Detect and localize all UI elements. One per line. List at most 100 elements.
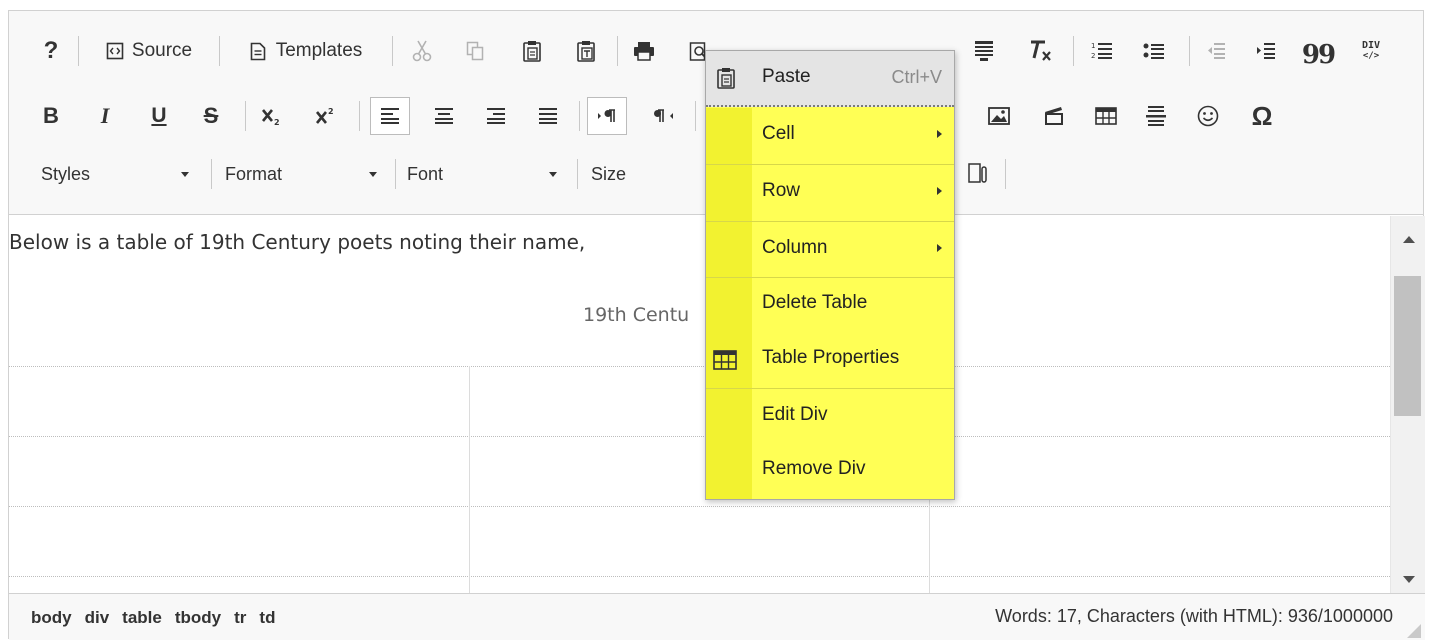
paste-text-button[interactable] <box>571 34 601 68</box>
image-icon <box>988 107 1010 125</box>
align-left-button[interactable] <box>370 97 410 135</box>
menu-item-edit-div[interactable]: Edit Div <box>706 389 954 445</box>
italic-button[interactable]: I <box>91 99 119 133</box>
size-combo[interactable]: Size <box>591 157 711 191</box>
blockquote-button[interactable]: 99 <box>1301 34 1336 70</box>
path-item-div[interactable]: div <box>85 608 110 628</box>
source-button[interactable]: Source <box>89 34 209 68</box>
outdent-button[interactable] <box>1201 34 1231 68</box>
remove-format-icon <box>1031 40 1051 61</box>
maximize-button[interactable] <box>964 157 992 191</box>
paste-icon <box>523 41 541 62</box>
table-border <box>9 366 1390 367</box>
horizontal-rule-icon <box>1146 106 1166 126</box>
scroll-down-arrow-icon[interactable] <box>1403 576 1415 583</box>
context-menu: Paste Ctrl+V Cell Row Column Delete Tabl… <box>705 50 955 500</box>
text-direction-ltr-icon <box>598 109 615 122</box>
superscript-button[interactable]: 2 <box>311 99 341 133</box>
menu-item-shortcut: Ctrl+V <box>891 67 942 87</box>
bulleted-list-button[interactable] <box>1139 34 1169 68</box>
table-icon <box>713 350 737 370</box>
strike-button[interactable]: S <box>197 99 225 133</box>
smiley-button[interactable] <box>1193 99 1223 133</box>
text-direction-rtl-icon <box>654 109 673 122</box>
svg-text:2: 2 <box>274 118 280 126</box>
table-row-border <box>9 506 1390 507</box>
image-button[interactable] <box>984 99 1014 133</box>
smiley-icon <box>1197 105 1219 127</box>
paste-button[interactable] <box>517 34 547 68</box>
menu-item-row[interactable]: Row <box>706 165 954 221</box>
horizontal-rule-button[interactable] <box>1141 99 1171 133</box>
showblocks-button[interactable] <box>969 34 999 68</box>
menu-item-label: Edit Div <box>762 404 828 425</box>
menu-item-column[interactable]: Column <box>706 222 954 278</box>
menu-item-label: Row <box>762 180 801 201</box>
menu-item-label: Column <box>762 237 828 258</box>
resize-grip-icon[interactable] <box>1405 622 1421 638</box>
special-char-button[interactable]: Ω <box>1247 99 1277 133</box>
vertical-scrollbar[interactable] <box>1390 216 1425 593</box>
print-button[interactable] <box>629 34 659 68</box>
menu-item-remove-div[interactable]: Remove Div <box>706 443 954 499</box>
editing-area[interactable]: Below is a table of 19th Century poets n… <box>9 216 1390 593</box>
menu-item-label: Cell <box>762 123 795 144</box>
styles-label: Styles <box>41 163 91 184</box>
cut-icon <box>412 40 432 62</box>
create-div-icon: DIV <box>1361 40 1381 51</box>
font-label: Font <box>407 163 444 184</box>
scroll-up-arrow-icon[interactable] <box>1403 236 1415 243</box>
menu-item-delete-table[interactable]: Delete Table <box>706 277 954 333</box>
svg-text:2: 2 <box>1091 52 1095 60</box>
source-icon <box>106 42 124 60</box>
paste-icon <box>717 68 735 89</box>
create-div-button[interactable]: DIV </> <box>1354 34 1388 68</box>
status-bar: body div table tbody tr td Words: 17, Charact… <box>9 593 1425 640</box>
indent-button[interactable] <box>1251 34 1281 68</box>
bold-button[interactable]: B <box>37 99 65 133</box>
flash-button[interactable] <box>1039 99 1069 133</box>
menu-item-label: Table Properties <box>762 347 900 368</box>
rtl-button[interactable] <box>649 99 679 133</box>
svg-text:1: 1 <box>1091 42 1095 50</box>
chevron-down-icon <box>549 172 557 177</box>
templates-button[interactable]: Templates <box>231 34 381 68</box>
menu-item-paste[interactable]: Paste Ctrl+V <box>706 51 954 107</box>
justify-button[interactable] <box>533 99 563 133</box>
path-item-td[interactable]: td <box>259 608 275 628</box>
table-column-border <box>469 366 470 593</box>
subscript-button[interactable]: 2 <box>257 99 287 133</box>
copy-button[interactable] <box>461 34 489 68</box>
menu-item-cell[interactable]: Cell <box>706 108 954 164</box>
path-item-body[interactable]: body <box>31 608 72 628</box>
subscript-icon: 2 <box>261 109 280 126</box>
path-item-tr[interactable]: tr <box>234 608 246 628</box>
table-caption: 19th Centu <box>583 304 690 326</box>
help-button[interactable]: ? <box>37 34 65 68</box>
font-combo[interactable]: Font <box>407 157 567 191</box>
path-item-table[interactable]: table <box>122 608 162 628</box>
align-right-button[interactable] <box>481 99 511 133</box>
numbered-list-button[interactable]: 12 <box>1087 34 1117 68</box>
blockquote-icon: 99 <box>1301 40 1336 70</box>
templates-label: Templates <box>275 40 363 61</box>
cut-button[interactable] <box>407 34 437 68</box>
menu-item-label: Delete Table <box>762 292 868 313</box>
table-row-border <box>9 436 1390 437</box>
format-combo[interactable]: Format <box>225 157 387 191</box>
menu-item-label: Remove Div <box>762 458 866 479</box>
scroll-thumb[interactable] <box>1394 276 1421 416</box>
align-center-button[interactable] <box>429 99 459 133</box>
chevron-down-icon <box>181 172 189 177</box>
styles-combo[interactable]: Styles <box>41 157 199 191</box>
menu-item-label: Paste <box>762 66 811 87</box>
print-icon <box>634 42 654 61</box>
table-button[interactable] <box>1091 99 1121 133</box>
remove-format-button[interactable] <box>1024 34 1056 68</box>
format-label: Format <box>225 163 283 184</box>
ltr-button[interactable] <box>587 97 627 135</box>
underline-button[interactable]: U <box>145 99 173 133</box>
menu-item-table-properties[interactable]: Table Properties <box>706 332 954 388</box>
table-row-border <box>9 576 1390 577</box>
path-item-tbody[interactable]: tbody <box>175 608 221 628</box>
